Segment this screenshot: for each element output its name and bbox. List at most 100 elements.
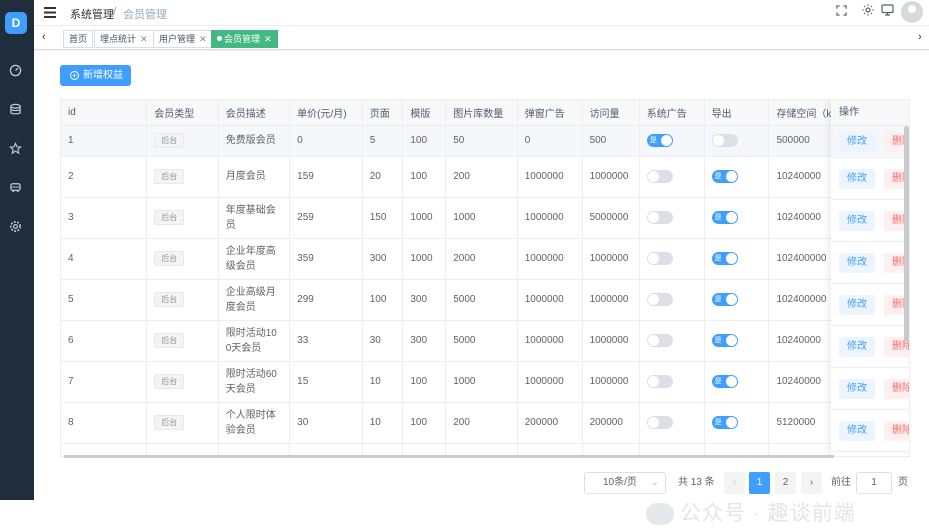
member-type-cell: 后台 — [147, 402, 218, 443]
switch-on-label: 是 — [715, 170, 722, 183]
fullscreen-icon[interactable] — [836, 4, 847, 19]
monitor-icon[interactable] — [881, 4, 894, 19]
column-header: 页面 — [362, 100, 403, 125]
cell-visits: 1000000 — [582, 238, 639, 279]
system-ad-switch[interactable] — [647, 375, 673, 388]
next-page-button[interactable]: › — [801, 472, 822, 494]
cell-pages: 5 — [362, 125, 403, 156]
member-desc-cell: 个人限时体验会员 — [218, 402, 289, 443]
system-ad-switch[interactable]: 是 — [647, 134, 673, 147]
cell-id: 6 — [61, 320, 147, 361]
system-ad-switch[interactable] — [647, 293, 673, 306]
edit-button[interactable]: 修改 — [839, 337, 875, 357]
page-size-select[interactable]: 10条/页⌄ — [584, 472, 666, 494]
bus-icon[interactable] — [8, 181, 22, 195]
plus-circle-icon: + — [70, 71, 79, 80]
member-desc-line: 企业高级月 — [226, 285, 289, 300]
switch-on-label: 是 — [715, 416, 722, 429]
close-icon[interactable]: ✕ — [199, 34, 207, 44]
vertical-scrollbar[interactable] — [904, 126, 909, 341]
member-type-cell: 后台 — [147, 361, 218, 402]
table-row: 6后台限时活动100天会员3330300500010000001000000是1… — [61, 320, 910, 361]
export-switch[interactable]: 是 — [712, 170, 738, 183]
close-icon[interactable]: ✕ — [140, 34, 148, 44]
actions-row: 修改删除 — [831, 368, 910, 410]
actions-row: 修改删除 — [831, 242, 910, 284]
system-ad-cell: 是 — [639, 125, 704, 156]
member-type-cell: 后台 — [147, 125, 218, 156]
breadcrumb-system[interactable]: 系统管理 — [70, 6, 114, 22]
table-row: 3后台年度基础会员2591501000100010000005000000是10… — [61, 197, 910, 238]
dashboard-icon[interactable] — [8, 64, 22, 78]
member-desc-line: 限时活动10 — [226, 326, 289, 341]
edit-button[interactable]: 修改 — [839, 169, 875, 189]
cell-popup: 1000000 — [517, 156, 582, 197]
system-ad-switch[interactable] — [647, 211, 673, 224]
page-1-button[interactable]: 1 — [749, 472, 770, 494]
tags-scroll-right-icon[interactable]: › — [918, 31, 922, 43]
star-icon[interactable] — [8, 142, 22, 156]
edit-button[interactable]: 修改 — [839, 253, 875, 273]
main-content: +新增权益 id会员类型会员描述单价(元/月)页面模版图片库数量弹窗广告访问量系… — [34, 51, 929, 500]
app-logo[interactable]: D — [5, 12, 27, 34]
export-switch[interactable]: 是 — [712, 416, 738, 429]
export-cell: 是 — [704, 238, 769, 279]
tags-scroll-left-icon[interactable]: ‹ — [42, 31, 46, 43]
system-ad-switch[interactable] — [647, 416, 673, 429]
delete-button[interactable]: 删除 — [884, 421, 910, 441]
system-ad-switch[interactable] — [647, 170, 673, 183]
cell-pages: 20 — [362, 156, 403, 197]
export-switch[interactable]: 是 — [712, 211, 738, 224]
prev-page-button[interactable]: ‹ — [724, 472, 745, 494]
database-icon[interactable] — [8, 103, 22, 117]
table-row: 4后台企业年度高级会员3593001000200010000001000000是… — [61, 238, 910, 279]
total-count: 共 13 条 — [678, 472, 715, 494]
member-desc-cell: 限时活动60天会员 — [218, 361, 289, 402]
export-switch[interactable]: 是 — [712, 293, 738, 306]
tab-user-management[interactable]: 用户管理✕ — [153, 30, 213, 48]
tab-member-management[interactable]: 会员管理✕ — [211, 30, 278, 48]
user-avatar[interactable] — [901, 1, 923, 23]
edit-button[interactable]: 修改 — [839, 132, 875, 152]
member-desc-line: 级会员 — [226, 259, 289, 274]
cell-pages: 10 — [362, 361, 403, 402]
column-header: 系统广告 — [639, 100, 704, 125]
system-ad-cell — [639, 320, 704, 361]
delete-button[interactable]: 删除 — [884, 379, 910, 399]
column-header: 图片库数量 — [446, 100, 517, 125]
add-benefit-button[interactable]: +新增权益 — [60, 65, 131, 86]
export-cell: 是 — [704, 197, 769, 238]
actions-row: 修改删除 — [831, 326, 910, 368]
export-switch[interactable]: 是 — [712, 334, 738, 347]
horizontal-scrollbar[interactable] — [64, 455, 834, 458]
table-row: 7后台限时活动60天会员1510100100010000001000000是10… — [61, 361, 910, 402]
settings-icon[interactable] — [8, 220, 22, 234]
tab-tracking-stats[interactable]: 埋点统计✕ — [94, 30, 154, 48]
cell-id: 3 — [61, 197, 147, 238]
export-switch[interactable]: 是 — [712, 252, 738, 265]
system-ad-switch[interactable] — [647, 252, 673, 265]
hamburger-icon[interactable] — [44, 5, 56, 21]
goto-page-input[interactable]: 1 — [856, 472, 892, 494]
close-icon[interactable]: ✕ — [264, 34, 272, 44]
member-type-cell: 后台 — [147, 320, 218, 361]
member-desc-cell: 月度会员 — [218, 156, 289, 197]
edit-button[interactable]: 修改 — [839, 379, 875, 399]
column-header: 导出 — [704, 100, 769, 125]
table-row: 1后台免费版会员05100500500是5000002 — [61, 125, 910, 156]
cell-templates: 300 — [403, 320, 446, 361]
edit-button[interactable]: 修改 — [839, 295, 875, 315]
tab-home[interactable]: 首页 — [63, 30, 93, 48]
export-switch[interactable] — [712, 134, 738, 147]
export-switch[interactable]: 是 — [712, 375, 738, 388]
brightness-icon[interactable] — [862, 4, 874, 19]
cell-pages: 300 — [362, 238, 403, 279]
cell-pages: 100 — [362, 279, 403, 320]
page-2-button[interactable]: 2 — [775, 472, 796, 494]
cell-price: 159 — [290, 156, 363, 197]
edit-button[interactable]: 修改 — [839, 211, 875, 231]
cell-id: 7 — [61, 361, 147, 402]
system-ad-switch[interactable] — [647, 334, 673, 347]
cell-visits: 1000000 — [582, 279, 639, 320]
edit-button[interactable]: 修改 — [839, 421, 875, 441]
